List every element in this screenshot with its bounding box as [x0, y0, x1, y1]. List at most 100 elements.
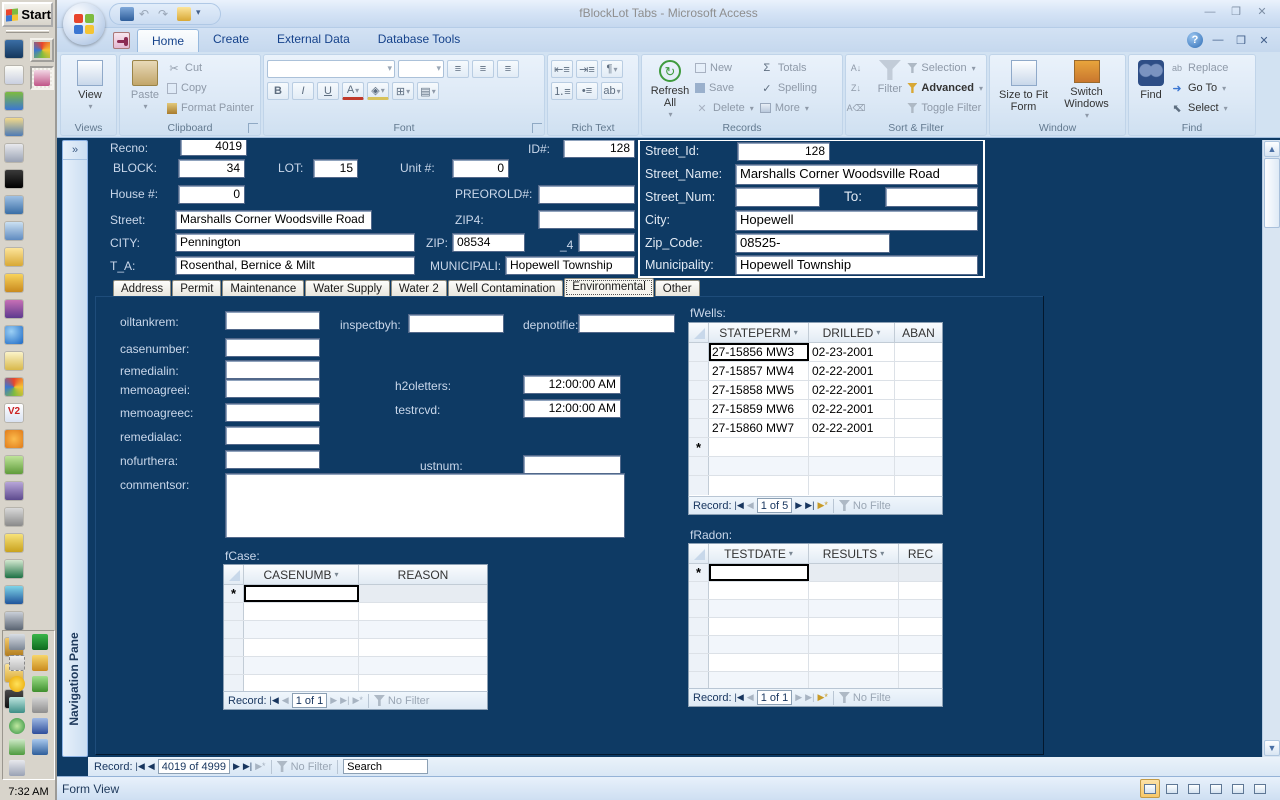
dialer-tray-icon[interactable] [32, 718, 48, 734]
replace-button[interactable]: abReplace [1170, 60, 1228, 76]
navigation-pane-collapsed[interactable]: » Navigation Pane [62, 140, 88, 757]
font-color-button[interactable]: A▾ [342, 82, 364, 100]
new-record-icon[interactable]: ▶* [817, 692, 827, 703]
clipboard-dialog-launcher[interactable] [248, 123, 258, 133]
gridlines-button[interactable]: ⊞▾ [392, 82, 414, 100]
minimize-button[interactable] [1200, 5, 1220, 20]
switch-windows-button[interactable]: Switch Windows▾ [1056, 58, 1118, 122]
select-button[interactable]: ⬉Select▾ [1170, 100, 1228, 116]
municipality-field[interactable]: Hopewell Township [735, 255, 978, 275]
fwells-cell[interactable]: 02-22-2001 [809, 400, 895, 418]
folder-icon[interactable] [5, 248, 23, 266]
fwells-cell[interactable] [895, 343, 942, 361]
child-close-button[interactable] [1256, 34, 1272, 47]
id-field[interactable]: 128 [563, 140, 635, 158]
fwells-cell[interactable] [895, 438, 942, 456]
fradon-select-all[interactable] [689, 544, 709, 563]
design-view-button[interactable] [1250, 779, 1270, 798]
panel-city-field[interactable]: Hopewell [735, 210, 978, 231]
form-tab-permit[interactable]: Permit [172, 280, 221, 297]
record-position[interactable]: 4019 of 4999 [158, 759, 230, 774]
last-record-icon[interactable]: ▶| [805, 500, 814, 511]
municipali-field[interactable]: Hopewell Township [505, 256, 635, 275]
copy-button[interactable]: Copy [167, 80, 254, 96]
fwells-cell[interactable]: 02-22-2001 [809, 362, 895, 380]
first-record-icon[interactable]: |◀ [735, 692, 744, 703]
first-record-icon[interactable]: |◀ [270, 695, 279, 706]
volume-horn-icon[interactable] [5, 534, 23, 552]
fwells-cell[interactable]: 27-15859 MW6 [709, 400, 809, 418]
fradon-col-rec[interactable]: REC [899, 544, 942, 563]
last-record-icon[interactable]: ▶| [340, 695, 349, 706]
restore-button[interactable] [1226, 5, 1246, 20]
column-dropdown-icon[interactable]: ▾ [880, 549, 884, 558]
form-tab-other[interactable]: Other [655, 280, 700, 297]
disconnect-tray-icon[interactable] [32, 697, 48, 713]
delete-record-button[interactable]: ✕Delete▾ [695, 100, 754, 116]
city-field[interactable]: Pennington [175, 233, 415, 252]
row-selector[interactable] [689, 362, 709, 380]
handshake-icon[interactable] [5, 586, 23, 604]
lot-field[interactable]: 15 [313, 159, 358, 178]
graphics-app-icon[interactable] [5, 378, 23, 396]
scroll-up-icon[interactable]: ▲ [1264, 141, 1280, 157]
fcase-select-all[interactable] [224, 565, 244, 584]
bullet-list-icon[interactable]: •≡ [576, 82, 598, 100]
selection-tray-icon[interactable] [9, 655, 25, 671]
bold-button[interactable]: B [267, 82, 289, 100]
record-position[interactable]: 1 of 5 [757, 498, 793, 513]
setup-icon[interactable] [5, 92, 23, 110]
fwells-col-statepermit[interactable]: STATEPERM▾ [709, 323, 809, 342]
scrollbar-thumb[interactable] [1264, 158, 1280, 228]
messenger-tray-icon[interactable] [32, 676, 48, 692]
new-record-star-icon[interactable]: * [224, 585, 244, 602]
fradon-cell[interactable] [899, 564, 942, 581]
no-filter-indicator[interactable]: No Filter [374, 695, 430, 707]
remedialac-field[interactable] [225, 426, 320, 445]
no-filter-indicator[interactable]: No Filte [839, 500, 891, 512]
sort-ascending-button[interactable]: A↓ [849, 60, 872, 76]
paste-button[interactable]: Paste▾ [123, 58, 167, 122]
new-record-button[interactable]: New [695, 60, 754, 76]
network-computers-icon[interactable] [5, 196, 23, 214]
highlight-icon[interactable]: ab▾ [601, 82, 623, 100]
fwells-select-all[interactable] [689, 323, 709, 342]
display-icon[interactable] [5, 40, 23, 58]
no-filter-indicator[interactable]: No Filte [839, 692, 891, 704]
last-record-icon[interactable]: ▶| [243, 761, 252, 772]
memoagreei-field[interactable] [225, 379, 320, 398]
ribbon-tab-external-data[interactable]: External Data [263, 28, 364, 52]
scroll-down-icon[interactable]: ▼ [1264, 740, 1280, 756]
fradon-col-testdate[interactable]: TESTDATE▾ [709, 544, 809, 563]
block-field[interactable]: 34 [178, 159, 245, 178]
font-size-combo[interactable] [398, 60, 444, 78]
ribbon-tab-database-tools[interactable]: Database Tools [364, 28, 475, 52]
new-record-star-icon[interactable]: * [689, 438, 709, 456]
fwells-cell[interactable] [895, 381, 942, 399]
fwells-cell[interactable]: 02-23-2001 [809, 343, 895, 361]
taskbar-app-graphics[interactable] [30, 38, 54, 62]
column-dropdown-icon[interactable]: ▾ [876, 328, 880, 337]
underline-button[interactable]: U [317, 82, 339, 100]
new-record-star-icon[interactable]: * [689, 564, 709, 581]
find-button[interactable]: Find [1132, 58, 1170, 122]
new-record-icon[interactable]: ▶* [255, 761, 265, 772]
next-record-icon[interactable]: ▶ [233, 761, 240, 772]
record-position[interactable]: 1 of 1 [757, 690, 793, 705]
clear-sorts-button[interactable]: A⌫ [849, 100, 872, 116]
start-button[interactable]: Start [2, 2, 53, 27]
h2oletters-field[interactable]: 12:00:00 AM [523, 375, 621, 394]
next-record-icon[interactable]: ▶ [795, 500, 802, 511]
fwells-col-aban[interactable]: ABAN [895, 323, 942, 342]
form-vertical-scrollbar[interactable]: ▲ ▼ [1262, 140, 1280, 757]
folder-window-icon[interactable] [5, 118, 23, 136]
form-tab-well-contamination[interactable]: Well Contamination [448, 280, 564, 297]
usb-tray-icon[interactable] [9, 634, 25, 650]
fill-color-button[interactable]: ◈▾ [367, 82, 389, 100]
fwells-cell[interactable]: 02-22-2001 [809, 381, 895, 399]
refresh-all-button[interactable]: ↻ Refresh All▾ [645, 58, 695, 122]
advanced-filter-button[interactable]: Advanced▾ [907, 80, 983, 96]
next-record-icon[interactable]: ▶ [330, 695, 337, 706]
fwells-cell[interactable]: 27-15856 MW3 [709, 343, 809, 361]
form-view-button[interactable] [1140, 779, 1160, 798]
